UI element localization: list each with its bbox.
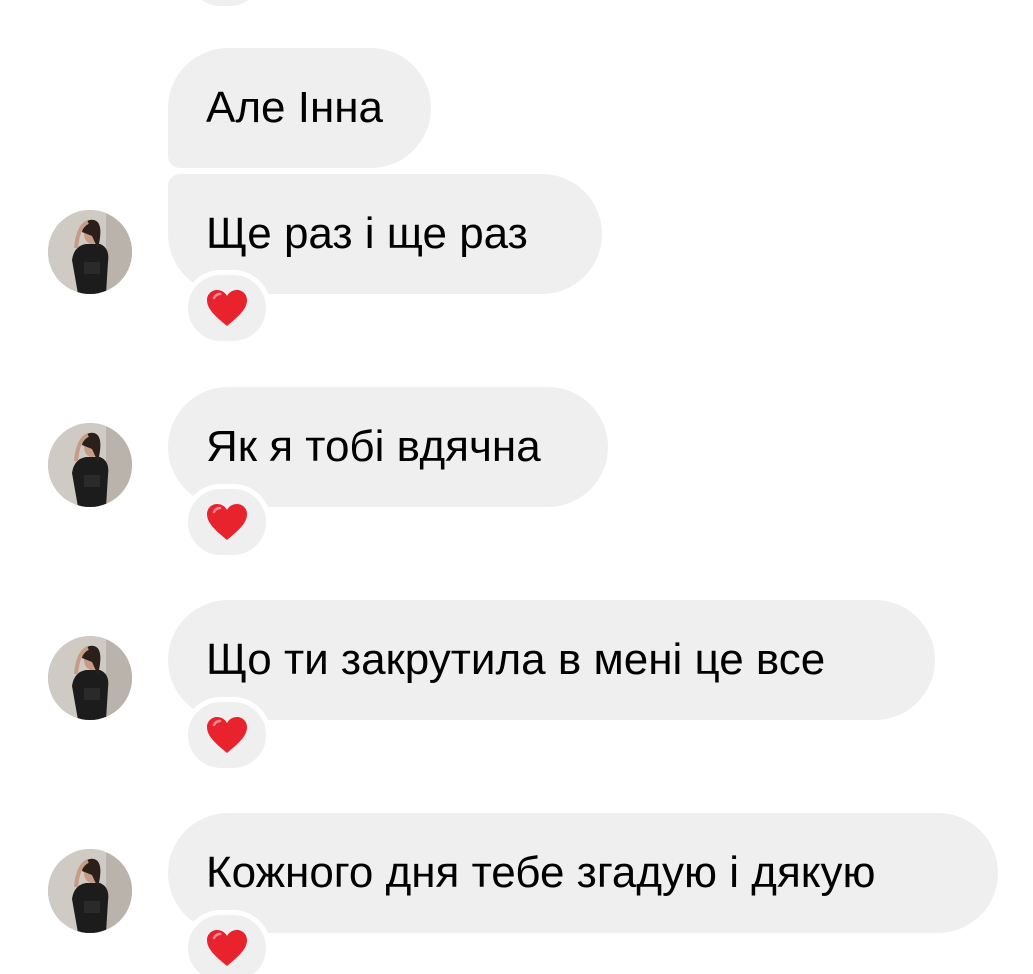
reaction-badge[interactable] (183, 270, 271, 346)
avatar[interactable] (48, 849, 132, 933)
message-text: Але Інна (206, 83, 384, 132)
message-text: Як я тобі вдячна (206, 422, 541, 471)
message-bubble[interactable]: Що ти закрутила в мені це все (168, 600, 935, 720)
message-bubble[interactable]: Кожного дня тебе згадую і дякую (168, 813, 998, 933)
message-text: Що ти закрутила в мені це все (206, 635, 826, 684)
message-text: Ще раз і ще раз (206, 209, 528, 258)
heart-icon (207, 504, 247, 540)
message-text: Кожного дня тебе згадую і дякую (206, 848, 876, 897)
avatar[interactable] (48, 636, 132, 720)
avatar[interactable] (48, 210, 132, 294)
previous-message-bubble[interactable] (190, 0, 260, 6)
reaction-badge[interactable] (183, 484, 271, 560)
avatar[interactable] (48, 423, 132, 507)
chat-thread: Але Інна Ще раз і ще раз Як я тобі вдячн… (0, 0, 1033, 974)
reaction-badge[interactable] (183, 697, 271, 773)
reaction-badge[interactable] (183, 910, 271, 974)
message-bubble[interactable]: Але Інна (168, 48, 431, 168)
heart-icon (207, 930, 247, 966)
heart-icon (207, 290, 247, 326)
heart-icon (207, 717, 247, 753)
